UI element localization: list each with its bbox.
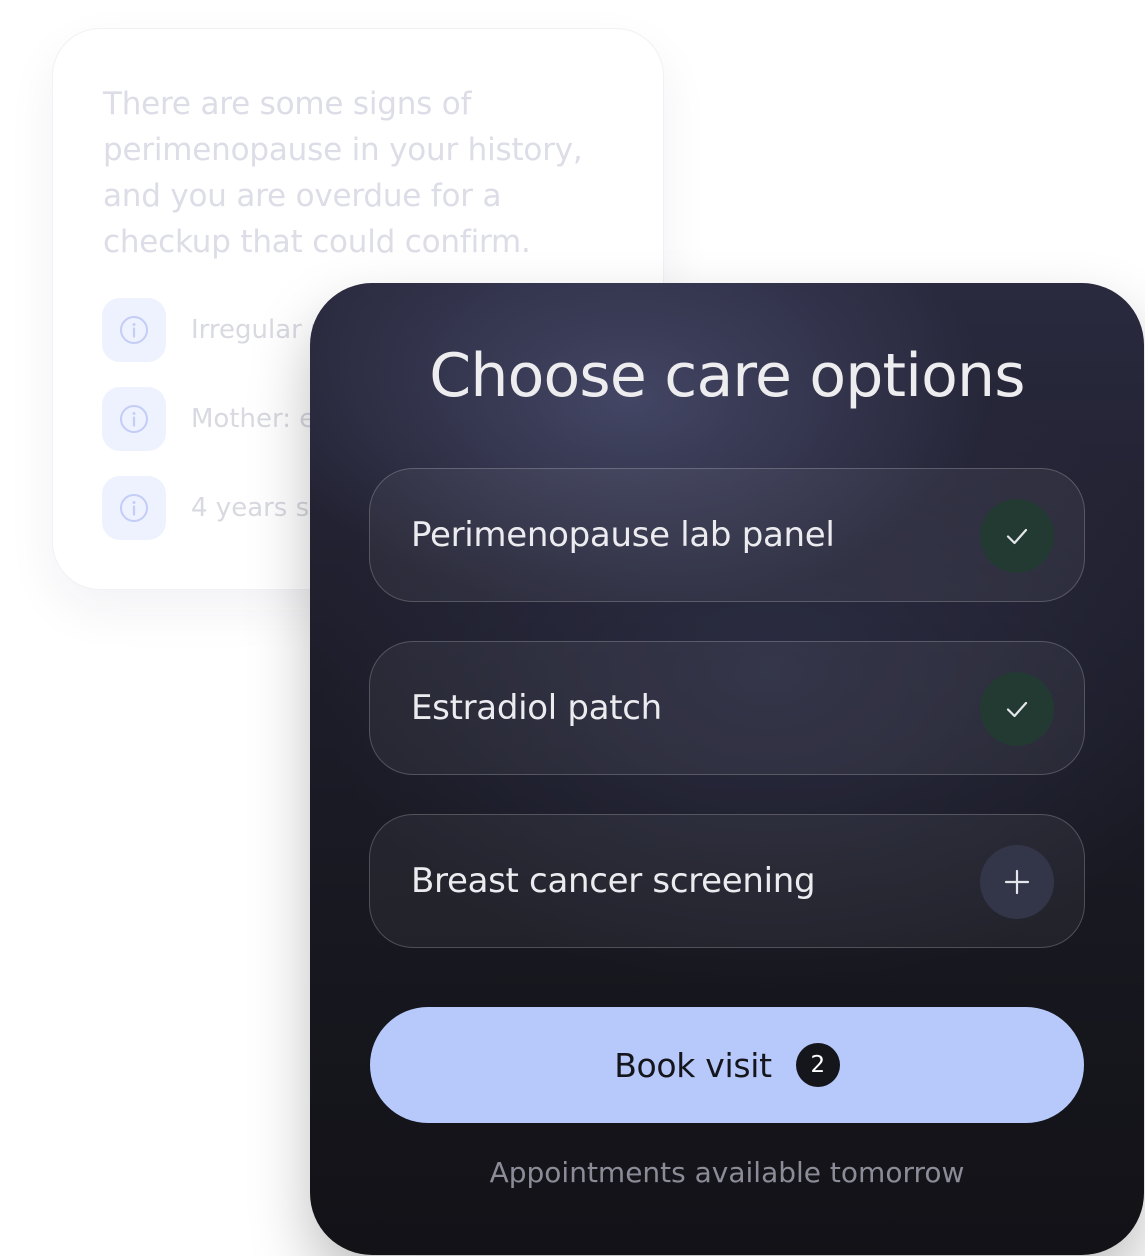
care-option-breast-cancer-screening[interactable]: Breast cancer screening — [369, 814, 1085, 948]
availability-note: Appointments available tomorrow — [489, 1156, 965, 1189]
info-icon — [102, 298, 166, 362]
care-option-label: Breast cancer screening — [411, 861, 816, 901]
info-icon — [102, 476, 166, 540]
care-option-label: Perimenopause lab panel — [411, 515, 835, 555]
selected-count-badge: 2 — [795, 1043, 840, 1087]
book-visit-button[interactable]: Book visit 2 — [370, 1007, 1084, 1123]
care-options-card: Choose care options Perimenopause lab pa… — [310, 283, 1144, 1255]
care-option-perimenopause-lab-panel[interactable]: Perimenopause lab panel — [369, 468, 1085, 602]
care-option-label: Estradiol patch — [411, 688, 662, 728]
page-title: Choose care options — [429, 341, 1025, 411]
summary-text: There are some signs of perimenopause in… — [103, 86, 583, 260]
checkmark-icon — [1006, 701, 1028, 718]
selected-toggle-button[interactable] — [980, 672, 1054, 746]
selected-toggle-button[interactable] — [980, 499, 1054, 573]
book-visit-label: Book visit — [614, 1045, 772, 1085]
add-option-button[interactable] — [980, 845, 1054, 919]
plus-icon — [1004, 869, 1030, 895]
checkmark-icon — [1006, 528, 1028, 545]
care-option-estradiol-patch[interactable]: Estradiol patch — [369, 641, 1085, 775]
info-icon — [102, 387, 166, 451]
